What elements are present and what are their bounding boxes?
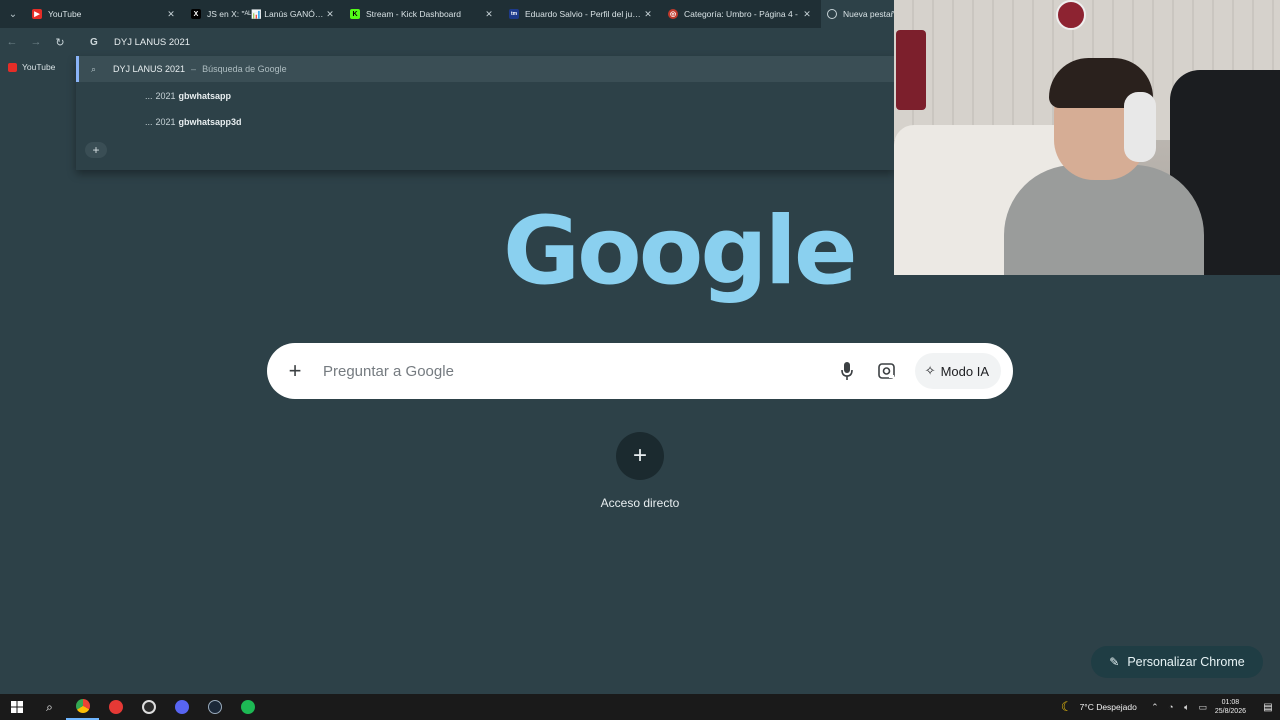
search-input[interactable] [323,351,827,391]
omnibox-text[interactable]: DYJ LANUS 2021 [114,37,190,48]
clock-time: 01:08 [1221,699,1240,706]
chevron-up-icon[interactable]: ⌃ [1147,702,1163,713]
suggestion-item[interactable]: ... 2021 gbwhatsapp [145,89,231,103]
ai-mode-button[interactable]: ✧ Modo IA [914,353,1001,389]
transfermarkt-icon: tm [509,9,519,19]
microphone-icon[interactable] [827,362,867,380]
close-icon[interactable]: ✕ [483,9,495,20]
tab-title: JS en X: "ᴬᴸ📊 Lanús GANÓ SO [207,8,324,19]
webcam-crest [1056,0,1086,30]
forward-icon[interactable]: → [24,28,48,56]
back-icon[interactable]: ← [0,28,24,56]
kick-icon: K [350,9,360,19]
google-logo: Google [503,197,858,306]
network-icon[interactable]: ◔ [1163,702,1179,712]
obs-icon[interactable] [132,694,165,720]
tab-title: YouTube [48,9,82,19]
omnibox-dropdown: ⌕ DYJ LANUS 2021 – Búsqueda de Google ..… [76,56,894,170]
weather-text: 7°C Despejado [1079,702,1137,712]
suggestion-year: 2021 [155,91,176,101]
weather-widget[interactable]: ☾ 7°C Despejado [1061,699,1137,715]
tab-youtube[interactable]: ▶ YouTube ✕ [26,0,185,28]
suggestion-source: Búsqueda de Google [202,64,287,74]
chrome-icon [827,9,837,19]
google-g-icon: G [90,36,98,48]
suggestion-search[interactable]: ⌕ DYJ LANUS 2021 – Búsqueda de Google [76,56,894,82]
webcam-headset [1124,92,1156,162]
search-box[interactable]: + ✧ Modo IA [267,343,1013,399]
steam-icon[interactable] [198,694,231,720]
volume-icon[interactable]: 🔈︎ [1179,702,1195,713]
tab-title: Categoría: Umbro - Página 4 - [684,9,798,19]
suggestion-term: gbwhatsapp [178,91,232,101]
display-icon[interactable]: ▭ [1195,702,1211,713]
webcam-person-shirt [1004,165,1204,275]
ai-sparkle-icon: ✧ [924,363,936,378]
close-icon[interactable]: ✕ [324,9,336,20]
shortcut-label: Acceso directo [600,496,680,510]
youtube-icon: ▶ [32,9,42,19]
reload-icon[interactable]: ↻ [48,28,72,56]
tab-title: Eduardo Salvio - Perfil del jugador [525,9,642,19]
close-icon[interactable]: ✕ [801,9,813,20]
clock[interactable]: 01:08 25/8/2026 [1215,698,1246,716]
spotify-icon[interactable] [231,694,264,720]
bookmarks-bar: YouTube [0,56,76,78]
suggestion-year: 2021 [155,117,176,127]
x-icon: X [191,9,201,19]
add-icon[interactable]: + [85,142,107,158]
omnibox[interactable]: G DYJ LANUS 2021 [90,28,190,56]
search-icon: ⌕ [91,63,97,74]
suggestion-item[interactable]: ... 2021 gbwhatsapp3d [145,115,242,129]
pencil-icon: ✎ [1109,655,1120,669]
notification-icon[interactable]: ▤ [1256,702,1280,713]
bookmark-label: YouTube [22,62,56,72]
chrome-icon[interactable] [66,694,99,720]
suggestion-prefix: ... [145,91,153,101]
tab-x-post[interactable]: X JS en X: "ᴬᴸ📊 Lanús GANÓ SO ✕ [185,0,344,28]
windows-start-icon[interactable] [0,694,33,720]
webcam-jersey [896,30,926,110]
moon-icon: ☾ [1060,699,1073,714]
add-shortcut[interactable]: + Acceso directo [590,432,690,510]
search-icon[interactable]: ⌕ [33,694,66,720]
customize-chrome-button[interactable]: ✎ Personalizar Chrome [1091,646,1263,678]
tab-transfermarkt[interactable]: tm Eduardo Salvio - Perfil del jugador ✕ [503,0,662,28]
suggestion-term: gbwhatsapp3d [178,117,242,127]
discord-icon[interactable] [165,694,198,720]
tab-umbro[interactable]: ◎ Categoría: Umbro - Página 4 - ✕ [662,0,821,28]
media-player-icon[interactable] [99,694,132,720]
close-icon[interactable]: ✕ [165,9,177,20]
tab-title: Stream - Kick Dashboard [366,9,461,19]
ai-mode-label: Modo IA [940,363,989,379]
clock-date: 25/8/2026 [1214,708,1246,715]
close-icon[interactable]: ✕ [642,9,654,20]
webcam-overlay [894,0,1280,275]
site-icon: ◎ [668,9,678,19]
google-lens-icon[interactable] [867,363,907,379]
system-tray: ☾ 7°C Despejado ⌃ ◔ 🔈︎ ▭ 01:08 25/8/2026… [1061,694,1280,720]
suggestion-separator: – [191,64,197,74]
bookmark-youtube[interactable]: YouTube [0,62,55,72]
tab-search-icon[interactable]: ⌄ [0,0,26,28]
plus-icon[interactable]: + [267,358,323,384]
suggestion-query: DYJ LANUS 2021 [113,64,186,74]
tab-kick-dashboard[interactable]: K Stream - Kick Dashboard ✕ [344,0,503,28]
youtube-icon [8,62,17,72]
add-shortcut-icon[interactable]: + [616,432,664,480]
customize-label: Personalizar Chrome [1127,655,1245,669]
suggestion-prefix: ... [145,117,153,127]
